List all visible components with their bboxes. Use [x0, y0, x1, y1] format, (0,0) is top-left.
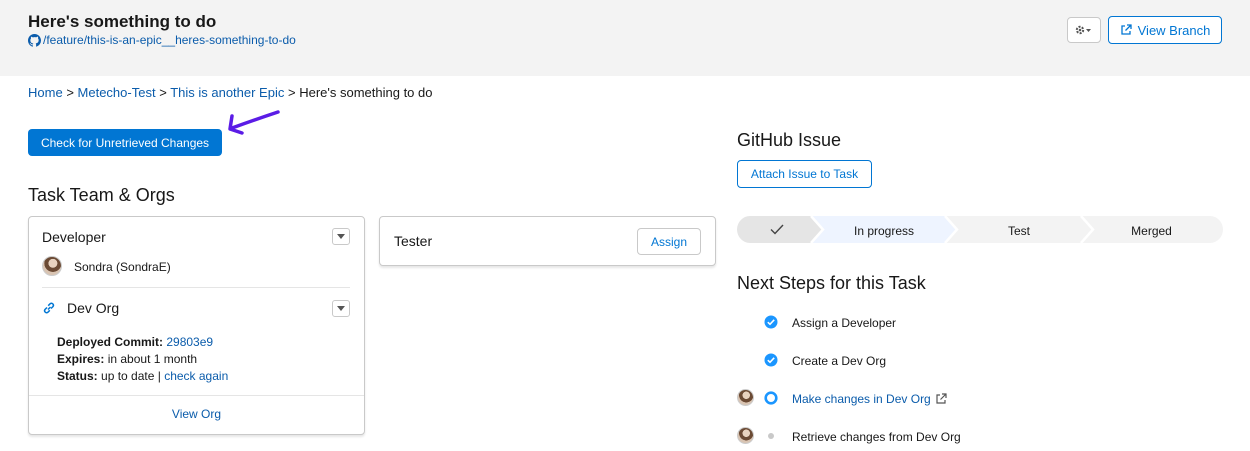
divider: [42, 287, 350, 288]
breadcrumb-separator: >: [287, 85, 296, 100]
breadcrumb-epic[interactable]: This is another Epic: [170, 85, 284, 100]
dev-org-name: Dev Org: [67, 300, 120, 316]
expires: Expires: in about 1 month: [57, 352, 197, 366]
link-icon: [43, 302, 55, 314]
attach-issue-button[interactable]: Attach Issue to Task: [737, 160, 872, 188]
pending-step-icon: [768, 433, 774, 439]
branch-name: /feature/this-is-an-epic__heres-somethin…: [43, 33, 296, 47]
avatar: [737, 389, 754, 406]
tester-role: Tester: [394, 233, 433, 249]
page-title: Here's something to do: [28, 12, 217, 31]
next-step-label: Make changes in Dev Org: [792, 392, 931, 406]
page-header: Here's something to do /feature/this-is-…: [0, 0, 1250, 76]
check-unretrieved-changes-button[interactable]: Check for Unretrieved Changes: [28, 129, 222, 156]
make-changes-link[interactable]: Make changes in Dev Org: [792, 392, 947, 406]
assign-tester-button[interactable]: Assign: [637, 228, 701, 255]
gear-icon: [1075, 25, 1091, 35]
status-value: up to date |: [101, 369, 161, 383]
external-link-icon: [1120, 24, 1132, 35]
active-step-icon: [764, 391, 778, 405]
deployed-commit-label: Deployed Commit:: [57, 335, 164, 349]
dev-org-menu-dropdown[interactable]: [332, 300, 350, 317]
expires-value: in about 1 month: [107, 352, 198, 366]
next-step-label: Assign a Developer: [792, 316, 897, 330]
breadcrumb-project[interactable]: Metecho-Test: [78, 85, 156, 100]
next-step-label: Retrieve changes from Dev Org: [792, 430, 961, 444]
branch-link[interactable]: /feature/this-is-an-epic__heres-somethin…: [28, 33, 296, 47]
settings-menu-button[interactable]: [1067, 17, 1101, 43]
progress-path: In progress Test Merged: [737, 216, 1223, 243]
check-again-link[interactable]: check again: [164, 369, 228, 383]
view-org-link[interactable]: View Org: [29, 407, 364, 421]
check-circle-icon: [764, 353, 778, 367]
breadcrumb-separator: >: [66, 85, 74, 100]
deployed-commit-link[interactable]: 29803e9: [166, 335, 213, 349]
avatar: [737, 427, 754, 444]
expires-label: Expires:: [57, 352, 105, 366]
developer-role: Developer: [42, 229, 106, 245]
path-step-label-test: Test: [1007, 224, 1030, 238]
breadcrumb-home[interactable]: Home: [28, 85, 63, 100]
breadcrumb-separator: >: [159, 85, 167, 100]
path-step-label-merged: Merged: [1131, 224, 1172, 238]
view-branch-button[interactable]: View Branch: [1108, 16, 1222, 44]
task-team-title: Task Team & Orgs: [28, 185, 175, 205]
next-steps-title: Next Steps for this Task: [737, 273, 926, 293]
github-issue-title: GitHub Issue: [737, 130, 842, 150]
external-link-icon: [936, 393, 947, 404]
developer-menu-dropdown[interactable]: [332, 228, 350, 245]
divider: [29, 395, 364, 396]
next-step-label: Create a Dev Org: [792, 354, 887, 368]
developer-card: [28, 216, 365, 435]
avatar: [42, 256, 62, 276]
view-org-label[interactable]: View Org: [172, 407, 221, 421]
path-step-label-in-progress: In progress: [853, 224, 915, 238]
developer-user: Sondra (SondraE): [74, 260, 171, 274]
check-icon: [770, 224, 784, 235]
breadcrumb: Home > Metecho-Test > This is another Ep…: [28, 85, 432, 100]
view-branch-label: View Branch: [1137, 22, 1211, 38]
annotation-arrow: [228, 110, 280, 135]
check-circle-icon: [764, 315, 778, 329]
deployed-commit: Deployed Commit: 29803e9: [57, 335, 213, 349]
breadcrumb-current: Here's something to do: [299, 85, 433, 100]
status-label: Status:: [57, 369, 98, 383]
org-status: Status: up to date | check again: [57, 369, 228, 383]
github-icon: [28, 33, 41, 47]
